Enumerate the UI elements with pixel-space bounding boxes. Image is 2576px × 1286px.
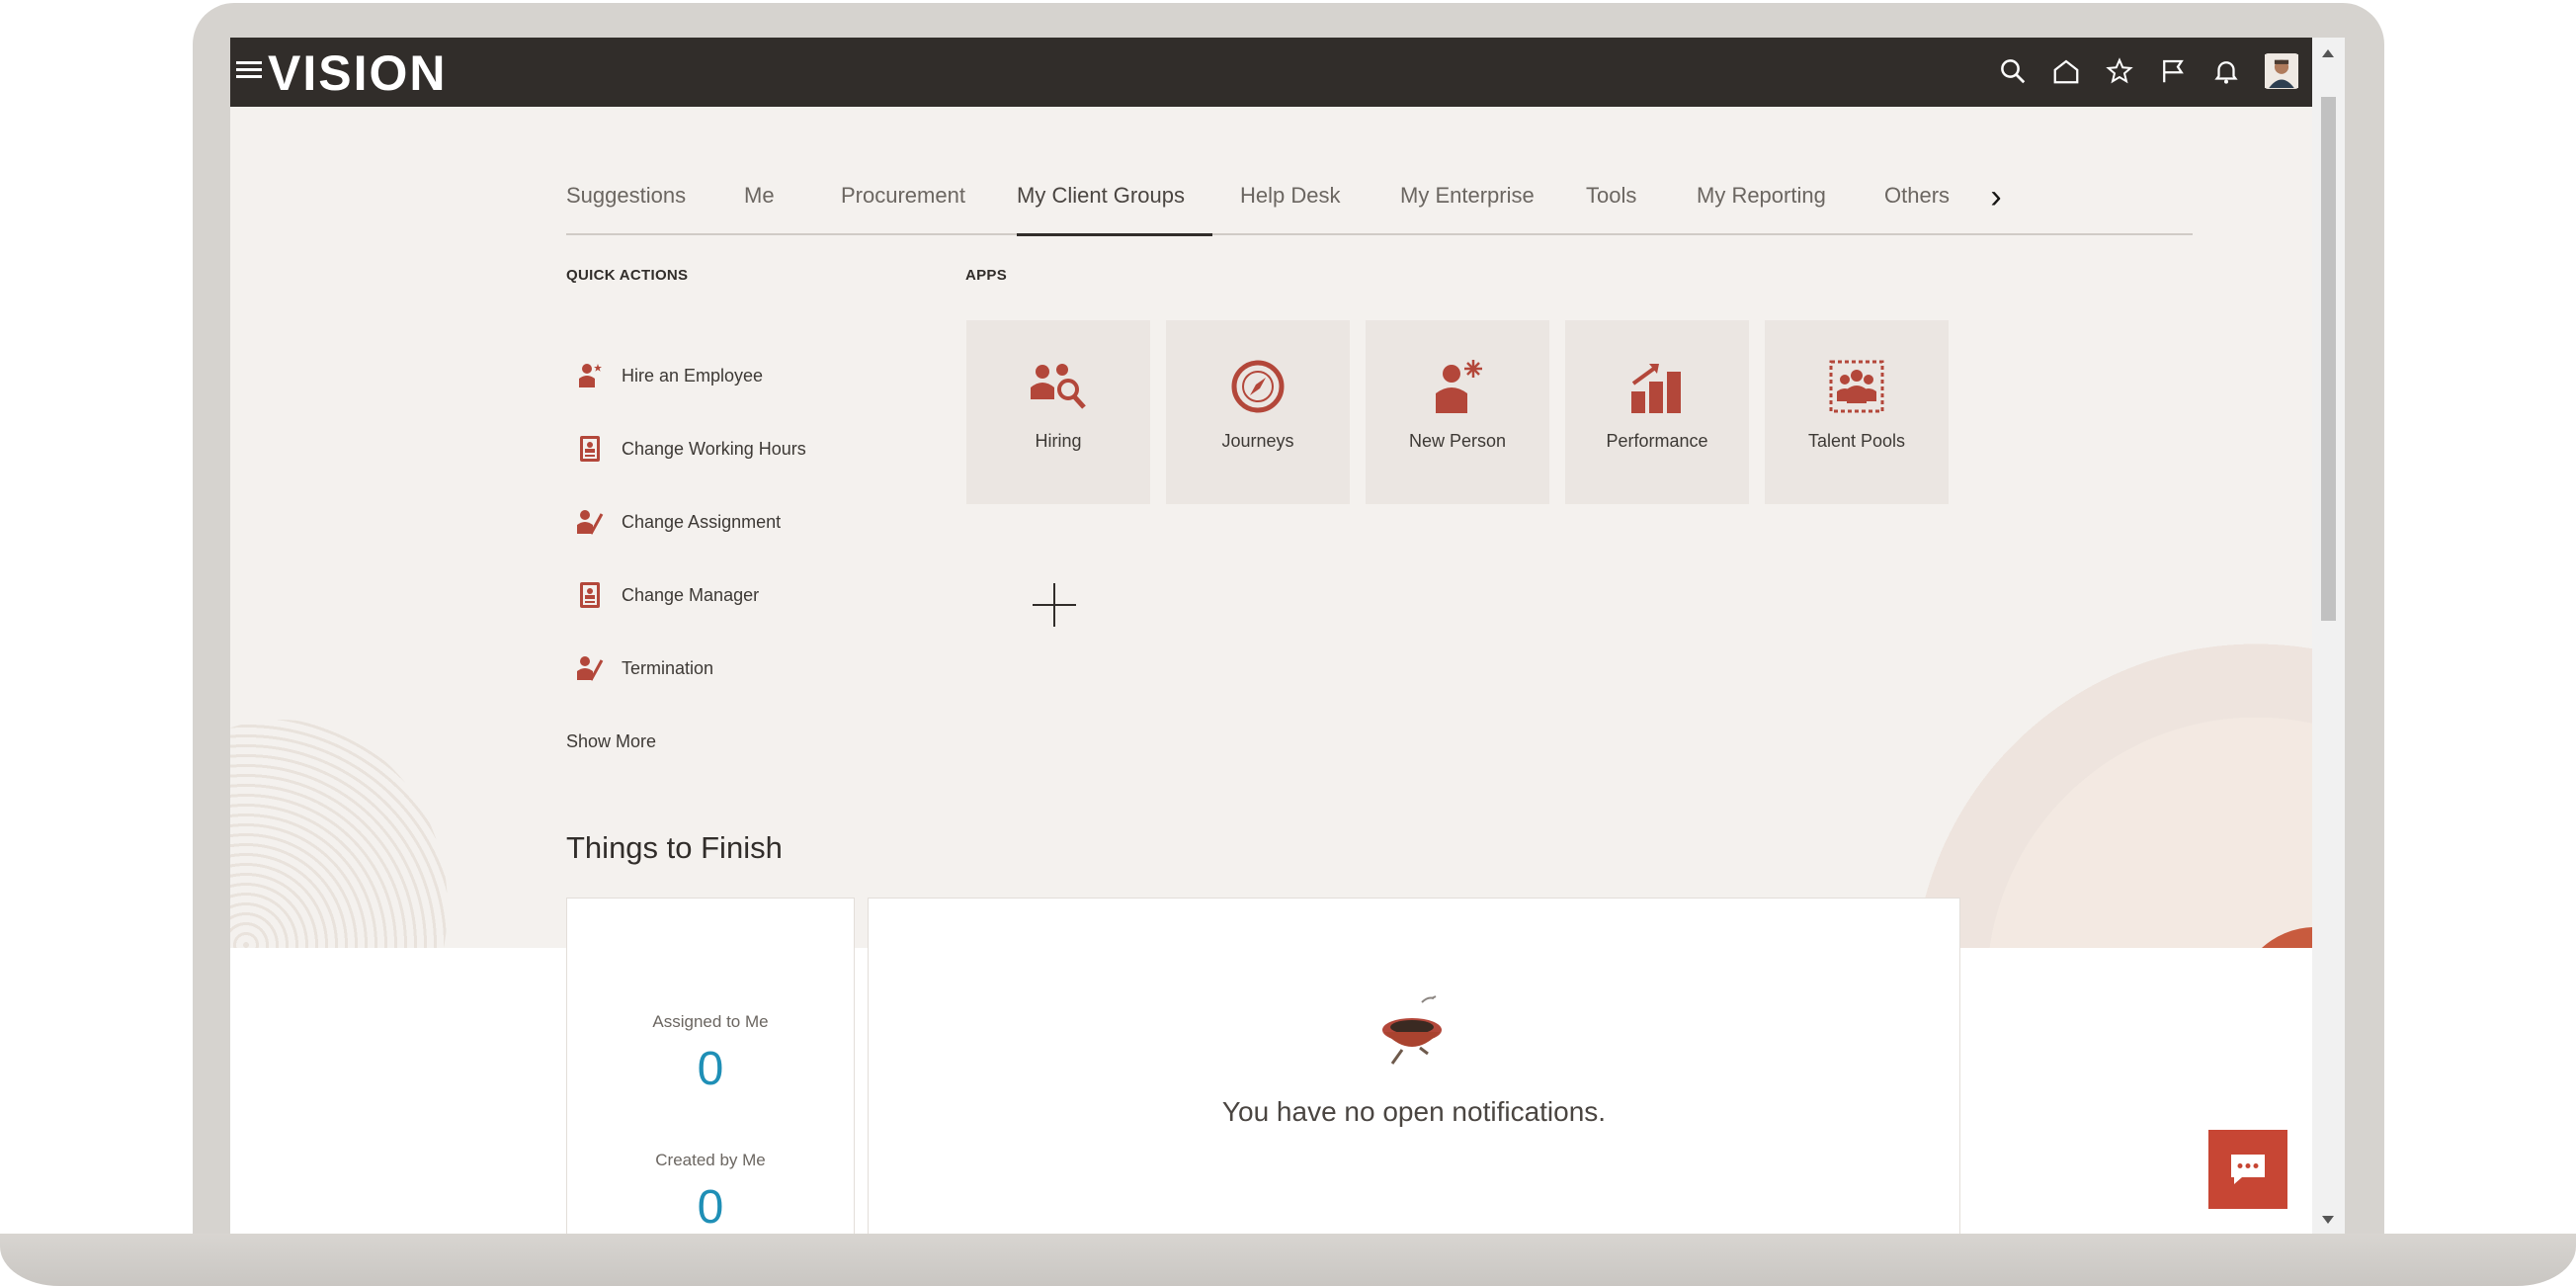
scroll-up-arrow[interactable] (2322, 49, 2334, 57)
quick-actions-heading: QUICK ACTIONS (566, 267, 689, 284)
quick-action-change-assignment[interactable]: Change Assignment (574, 502, 781, 542)
app-label: Performance (1606, 431, 1708, 451)
assigned-to-me-label: Assigned to Me (652, 1012, 769, 1031)
hiring-icon (1031, 364, 1086, 409)
empty-nest-icon (1382, 995, 1442, 1065)
app-tile-hiring[interactable]: Hiring (966, 320, 1150, 504)
tab-help-desk[interactable]: Help Desk (1240, 176, 1340, 233)
quick-action-hire-an-employee[interactable]: Hire an Employee (574, 356, 763, 395)
chevron-right-icon[interactable]: › (1981, 179, 2011, 218)
vertical-scrollbar[interactable] (2312, 38, 2345, 1234)
tab-others[interactable]: Others (1884, 176, 1950, 233)
tab-my-enterprise[interactable]: My Enterprise (1400, 176, 1535, 233)
edit-person-icon (577, 510, 604, 535)
app-label: Journeys (1221, 431, 1294, 451)
show-more-link[interactable]: Show More (566, 731, 656, 752)
tab-suggestions[interactable]: Suggestions (566, 176, 686, 233)
badge-icon (580, 436, 600, 462)
screen: VISION Suggestions Me Procurement My Cli… (230, 38, 2345, 1234)
flag-icon[interactable] (2158, 53, 2188, 89)
add-app-button[interactable] (1031, 581, 1078, 629)
compass-icon (1231, 360, 1285, 413)
tab-procurement[interactable]: Procurement (841, 176, 965, 233)
brand-logo[interactable]: VISION (268, 45, 447, 101)
things-to-finish-title: Things to Finish (566, 830, 783, 865)
menu-icon[interactable] (236, 57, 262, 87)
home-icon[interactable] (2051, 53, 2081, 89)
quick-action-termination[interactable]: Termination (574, 648, 713, 688)
app-label: Hiring (1035, 431, 1082, 451)
tab-my-client-groups[interactable]: My Client Groups (1017, 176, 1212, 236)
scrollbar-thumb[interactable] (2321, 97, 2336, 621)
task-counts-card: Assigned to Me 0 Created by Me 0 (566, 898, 855, 1234)
quick-action-change-manager[interactable]: Change Manager (574, 575, 759, 615)
quick-action-label: Hire an Employee (622, 365, 764, 386)
avatar[interactable] (2265, 53, 2298, 89)
app-label: New Person (1408, 431, 1507, 451)
star-icon[interactable] (2105, 53, 2134, 89)
app-tile-performance[interactable]: Performance (1565, 320, 1749, 504)
header-icons (1998, 53, 2298, 89)
app-tile-journeys[interactable]: Journeys (1166, 320, 1350, 504)
quick-action-label: Change Manager (622, 584, 760, 605)
created-by-me-count[interactable]: 0 (567, 1180, 854, 1234)
new-person-icon (1436, 360, 1482, 413)
assigned-to-me-count[interactable]: 0 (567, 1042, 854, 1096)
chat-button[interactable] (2208, 1130, 2287, 1209)
global-header: VISION (230, 38, 2312, 107)
apps-heading: APPS (965, 267, 1008, 284)
chat-icon (2231, 1155, 2265, 1184)
quick-action-label: Change Assignment (622, 511, 782, 532)
laptop-base (0, 1234, 2576, 1286)
bar-chart-icon (1631, 364, 1681, 413)
scroll-down-arrow[interactable] (2322, 1216, 2334, 1224)
tab-tools[interactable]: Tools (1586, 176, 1636, 233)
app-label: Talent Pools (1807, 431, 1906, 451)
app-tile-talent-pools[interactable]: Talent Pools (1765, 320, 1949, 504)
notifications-card: You have no open notifications. (868, 898, 1960, 1234)
edit-person-icon (577, 656, 604, 681)
quick-action-label: Termination (622, 657, 714, 678)
tab-my-reporting[interactable]: My Reporting (1697, 176, 1826, 233)
created-by-me-label: Created by Me (655, 1151, 766, 1169)
app-tile-new-person[interactable]: New Person (1366, 320, 1549, 504)
navigator-tabs: Suggestions Me Procurement My Client Gro… (566, 176, 2193, 236)
search-icon[interactable] (1998, 53, 2028, 89)
quick-action-label: Change Working Hours (622, 438, 806, 459)
talent-pool-icon (1829, 360, 1884, 413)
quick-action-change-working-hours[interactable]: Change Working Hours (574, 429, 806, 469)
badge-icon (580, 582, 600, 608)
hire-employee-icon (579, 364, 602, 387)
empty-notifications-message: You have no open notifications. (1221, 1096, 1607, 1127)
bell-icon[interactable] (2211, 53, 2241, 89)
tab-me[interactable]: Me (744, 176, 775, 233)
